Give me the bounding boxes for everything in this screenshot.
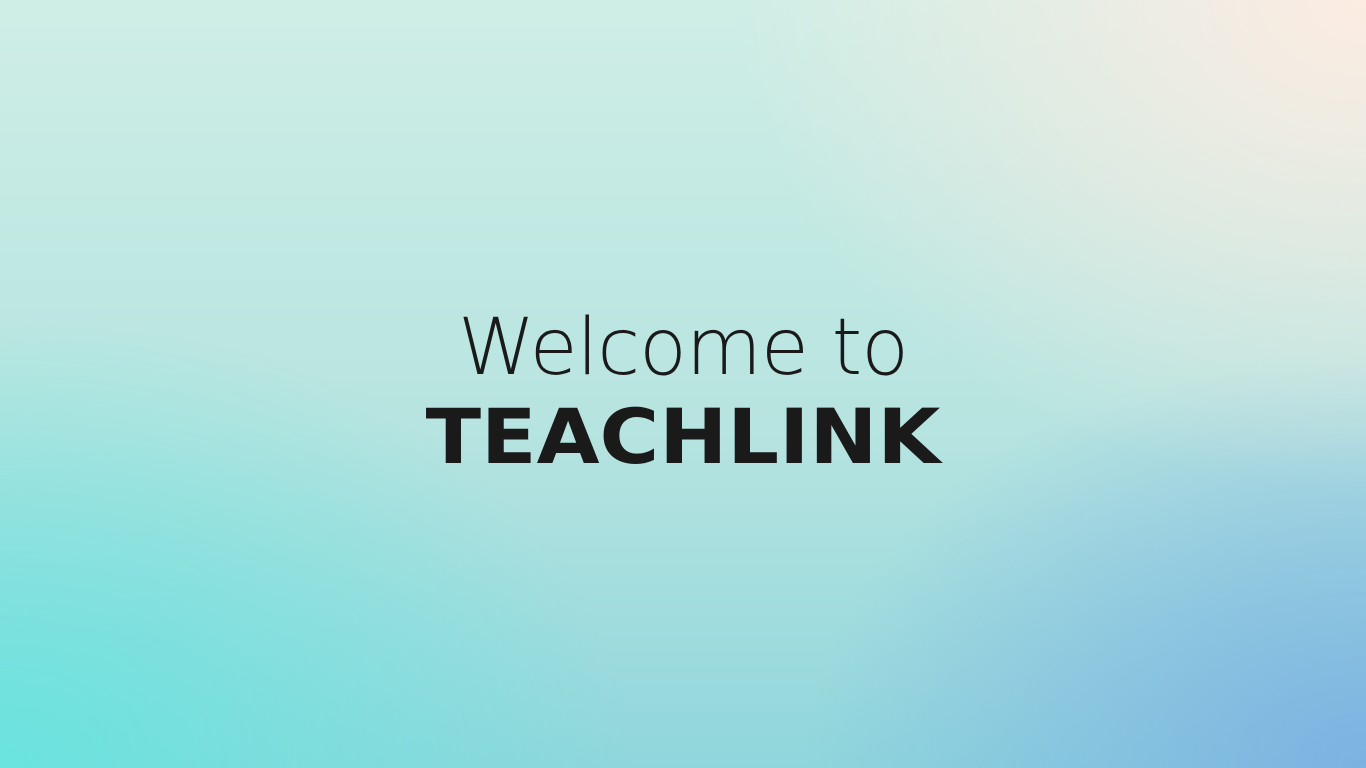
- welcome-hero: Welcome to TEACHLINK: [0, 300, 1366, 478]
- app-name-title: TEACHLINK: [425, 392, 941, 481]
- welcome-heading: Welcome to: [458, 303, 909, 393]
- welcome-screen: Welcome to TEACHLINK: [0, 0, 1366, 768]
